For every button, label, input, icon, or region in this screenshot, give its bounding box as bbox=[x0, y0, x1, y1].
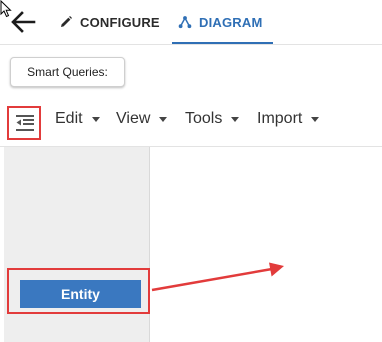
tab-configure[interactable]: CONFIGURE bbox=[59, 12, 160, 32]
menu-view-label: View bbox=[116, 110, 151, 127]
shape-palette: Entity bbox=[4, 147, 150, 342]
toggle-palette-button[interactable] bbox=[7, 106, 41, 140]
back-button[interactable] bbox=[8, 8, 38, 36]
diagram-toolbar: Edit View Tools Import bbox=[0, 101, 382, 141]
menu-edit[interactable]: Edit bbox=[55, 110, 100, 128]
tab-configure-label: CONFIGURE bbox=[80, 14, 160, 30]
caret-down-icon bbox=[311, 116, 320, 122]
tab-diagram-label: DIAGRAM bbox=[199, 14, 263, 30]
arrow-left-icon bbox=[11, 11, 36, 33]
entity-label: Entity bbox=[61, 286, 100, 302]
menu-tools-label: Tools bbox=[185, 110, 223, 127]
tab-diagram[interactable]: DIAGRAM bbox=[178, 12, 263, 32]
format-indent-decrease-icon bbox=[16, 115, 34, 131]
diagram-icon bbox=[178, 16, 192, 29]
caret-down-icon bbox=[91, 116, 100, 122]
menu-tools[interactable]: Tools bbox=[185, 110, 240, 128]
menu-view[interactable]: View bbox=[116, 110, 168, 128]
menu-edit-label: Edit bbox=[55, 110, 83, 127]
menu-import[interactable]: Import bbox=[257, 110, 320, 128]
pencil-icon bbox=[61, 16, 72, 27]
smart-queries-button[interactable]: Smart Queries: bbox=[10, 57, 125, 87]
divider bbox=[0, 44, 382, 45]
menu-import-label: Import bbox=[257, 110, 303, 127]
top-bar: CONFIGURE DIAGRAM bbox=[0, 0, 382, 44]
diagram-canvas[interactable] bbox=[150, 147, 382, 342]
smart-queries-label: Smart Queries: bbox=[27, 65, 108, 79]
caret-down-icon bbox=[159, 116, 168, 122]
caret-down-icon bbox=[231, 116, 240, 122]
highlight-box: Entity bbox=[7, 268, 150, 314]
entity-shape-button[interactable]: Entity bbox=[20, 280, 141, 308]
